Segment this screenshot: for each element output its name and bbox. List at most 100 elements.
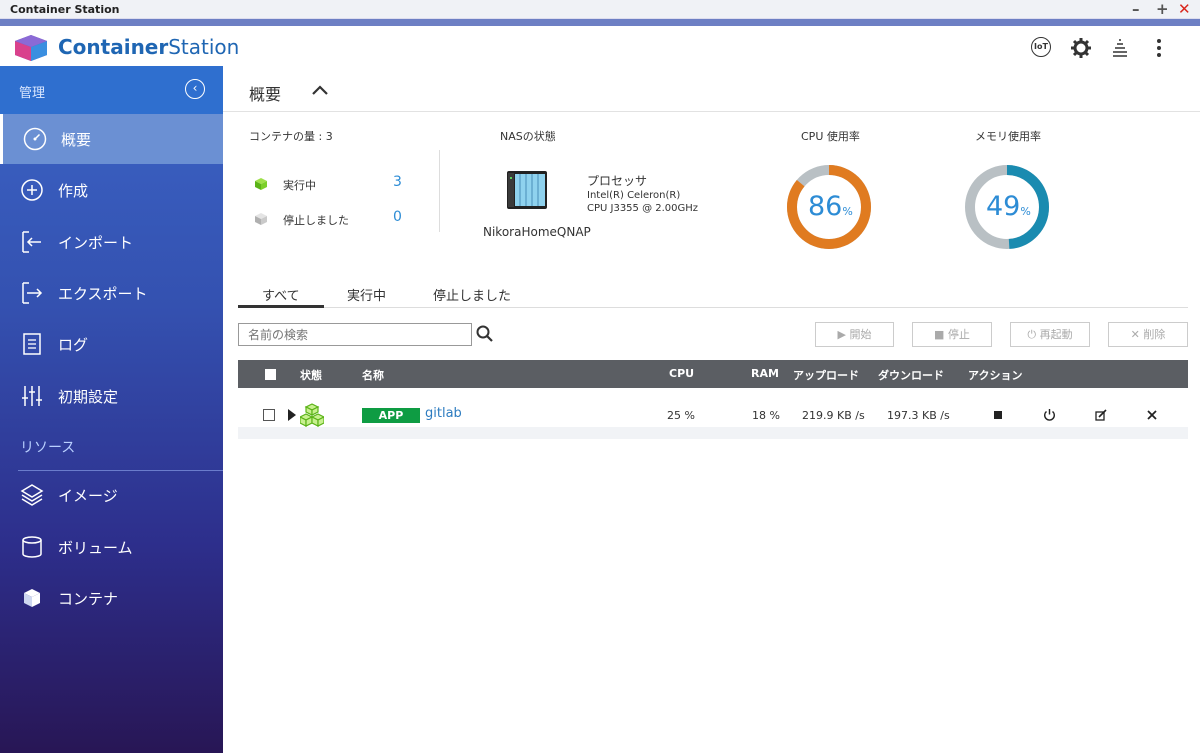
stop-icon[interactable] (994, 411, 1002, 419)
row-upload: 219.9 KB /s (802, 409, 865, 422)
search-icon[interactable] (476, 325, 494, 343)
main-panel: 概要 コンテナの量 : 3 実行中 3 停止しました 0 NASの状態 プロセッ… (223, 66, 1200, 753)
plus-circle-icon (21, 179, 43, 201)
window-titlebar: Container Station – + ✕ (0, 0, 1200, 19)
stopped-cube-icon (255, 213, 267, 225)
log-icon (23, 333, 41, 355)
sidebar-item-label: ボリューム (58, 539, 133, 557)
layers-icon[interactable] (1109, 37, 1131, 59)
cpu-usage-label: CPU 使用率 (801, 130, 860, 143)
sidebar-item-volumes[interactable]: ボリューム (0, 522, 223, 572)
row-checkbox[interactable] (263, 409, 275, 421)
select-all-checkbox[interactable] (265, 369, 276, 380)
maximize-button[interactable]: + (1156, 1, 1169, 17)
dashboard-icon (23, 127, 47, 151)
sidebar-item-images[interactable]: イメージ (0, 470, 223, 520)
app-type-badge: APP (362, 408, 420, 423)
cube-icon (24, 589, 40, 607)
import-icon (22, 231, 41, 253)
stop-button[interactable]: ■ 停止 (912, 322, 992, 347)
edit-icon[interactable] (1095, 409, 1107, 421)
sidebar-item-label: 作成 (58, 182, 89, 200)
sidebar-item-export[interactable]: エクスポート (0, 268, 223, 318)
sidebar-header: 管理 ‹ (0, 66, 223, 114)
sidebar-item-create[interactable]: 作成 (0, 165, 223, 215)
col-status: 状態 (300, 369, 322, 382)
container-count-label: コンテナの量 : 3 (249, 130, 333, 143)
running-label: 実行中 (283, 179, 316, 192)
resources-label: リソース (20, 440, 76, 456)
close-button[interactable]: ✕ (1178, 1, 1191, 17)
overview-divider (223, 111, 1200, 112)
container-station-logo-icon (15, 35, 47, 61)
col-upload: アップロード (793, 369, 859, 382)
nas-status-label: NASの状態 (500, 130, 556, 143)
table-row[interactable]: APP gitlab 25 % 18 % 219.9 KB /s 197.3 K… (238, 388, 1188, 439)
nas-device-icon (507, 171, 547, 209)
accent-bar (0, 19, 1200, 26)
export-icon (22, 282, 43, 304)
delete-button[interactable]: ✕ 削除 (1108, 322, 1188, 347)
manage-label: 管理 (19, 86, 46, 101)
sidebar-item-log[interactable]: ログ (0, 319, 223, 369)
sidebar: 管理 ‹ 概要 作成 インポート エクスポート ログ 初期設定 リソース イメー… (0, 66, 223, 753)
memory-usage-value: 49% (986, 191, 1031, 222)
col-download: ダウンロード (878, 369, 944, 382)
chevron-up-icon[interactable] (311, 84, 329, 96)
stopped-label: 停止しました (283, 214, 349, 227)
brand-title: ContainerStation (58, 35, 240, 59)
cpu-usage-value: 86% (808, 191, 853, 222)
table-header: 状態 名称 CPU RAM アップロード ダウンロード アクション (238, 360, 1188, 388)
expand-arrow-icon[interactable] (288, 409, 296, 421)
remove-icon[interactable] (1147, 410, 1157, 420)
sidebar-item-label: ログ (58, 336, 89, 354)
restart-button[interactable]: ⏻ 再起動 (1010, 322, 1090, 347)
sidebar-item-overview[interactable]: 概要 (0, 114, 223, 164)
minimize-button[interactable]: – (1132, 1, 1140, 17)
sliders-icon (22, 386, 42, 406)
window-title: Container Station (10, 3, 120, 16)
running-count[interactable]: 3 (393, 174, 402, 190)
col-name: 名称 (362, 369, 384, 382)
collapse-icon[interactable]: ‹ (185, 79, 205, 99)
sidebar-item-label: エクスポート (58, 285, 148, 303)
sidebar-item-label: 概要 (61, 131, 92, 149)
tab-stopped[interactable]: 停止しました (433, 285, 511, 304)
iot-icon[interactable]: IoT (1031, 37, 1053, 59)
filter-tabs: すべて 実行中 停止しました (238, 278, 1188, 308)
stopped-count[interactable]: 0 (393, 209, 402, 225)
nas-name: NikoraHomeQNAP (483, 225, 591, 239)
cylinder-icon (22, 536, 42, 558)
active-tab-indicator (238, 305, 324, 308)
sidebar-item-label: 初期設定 (58, 388, 119, 406)
app-header: ContainerStation IoT (0, 26, 1200, 66)
row-download: 197.3 KB /s (887, 409, 950, 422)
running-cube-icon (255, 178, 267, 190)
gear-icon[interactable] (1070, 37, 1092, 59)
sidebar-item-preferences[interactable]: 初期設定 (0, 371, 223, 421)
overview-separator (439, 150, 440, 232)
sidebar-item-import[interactable]: インポート (0, 217, 223, 267)
memory-usage-label: メモリ使用率 (975, 130, 1041, 143)
sidebar-item-label: イメージ (58, 487, 118, 505)
start-button[interactable]: ▶ 開始 (815, 322, 894, 347)
col-ram: RAM (751, 367, 779, 380)
col-cpu: CPU (669, 367, 695, 380)
power-icon[interactable] (1043, 408, 1056, 421)
processor-label: プロセッサ (587, 174, 648, 188)
container-name-link[interactable]: gitlab (425, 406, 462, 421)
more-vert-icon[interactable] (1148, 37, 1170, 59)
col-action: アクション (968, 369, 1023, 382)
row-cpu: 25 % (667, 409, 695, 422)
processor-line1: Intel(R) Celeron(R) (587, 190, 681, 201)
tab-all[interactable]: すべて (262, 285, 300, 304)
row-ram: 18 % (752, 409, 780, 422)
layers-icon (20, 484, 44, 506)
running-status-icon (300, 403, 324, 427)
sidebar-item-label: インポート (58, 234, 134, 252)
sidebar-item-containers[interactable]: コンテナ (0, 573, 223, 623)
processor-line2: CPU J3355 @ 2.00GHz (587, 203, 699, 214)
search-input[interactable] (238, 323, 472, 346)
sidebar-item-label: コンテナ (58, 590, 119, 608)
tab-running[interactable]: 実行中 (347, 285, 386, 304)
